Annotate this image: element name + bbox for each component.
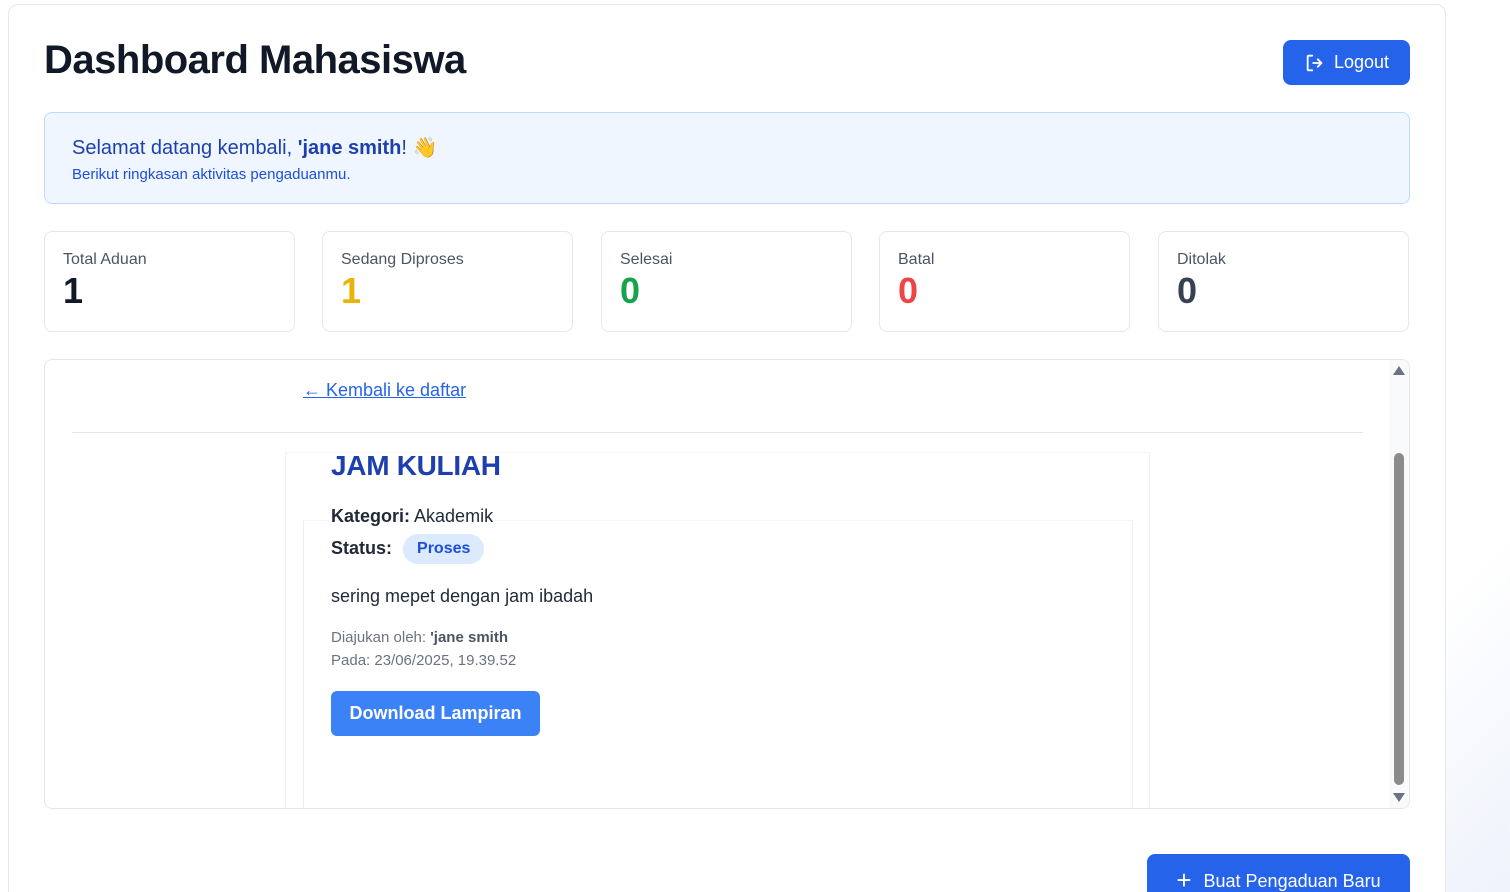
stat-value: 1 — [341, 270, 362, 311]
welcome-title: Selamat datang kembali, 'jane smith! 👋 — [72, 135, 1382, 160]
stat-value: 0 — [898, 270, 919, 311]
welcome-banner: Selamat datang kembali, 'jane smith! 👋 B… — [44, 112, 1410, 204]
status-label: Status: — [331, 537, 393, 558]
stat-label: Selesai — [620, 251, 673, 268]
welcome-subtitle: Berikut ringkasan aktivitas pengaduanmu. — [72, 166, 351, 183]
logout-icon — [1306, 54, 1323, 71]
complaint-description: sering mepet dengan jam ibadah — [331, 586, 594, 606]
new-complaint-label: Buat Pengaduan Baru — [1203, 871, 1381, 891]
category-line: Kategori: Akademik — [331, 506, 493, 527]
logout-button[interactable]: Logout — [1283, 40, 1410, 85]
stat-label: Sedang Diproses — [341, 251, 464, 268]
submitted-date: Pada: 23/06/2025, 19.39.52 — [331, 652, 517, 669]
complaint-detail-frame[interactable]: ← Kembali ke daftar JAM KULIAH Kategori:… — [44, 359, 1410, 809]
stat-card-cancelled: Batal 0 — [879, 231, 1130, 332]
stat-value: 0 — [1177, 270, 1198, 311]
stat-label: Batal — [898, 251, 935, 268]
stat-label: Ditolak — [1177, 251, 1226, 268]
stat-label: Total Aduan — [63, 251, 147, 268]
submitted-by-line: Diajukan oleh: 'jane smith — [331, 629, 508, 646]
stat-card-total: Total Aduan 1 — [44, 231, 295, 332]
scrollbar[interactable] — [1389, 360, 1409, 808]
stat-value: 1 — [63, 270, 84, 311]
submitted-by-name: 'jane smith — [430, 629, 508, 646]
status-badge: Proses — [403, 534, 485, 564]
scroll-thumb[interactable] — [1394, 453, 1404, 785]
page-title: Dashboard Mahasiswa — [44, 38, 466, 82]
scroll-down-arrow-icon[interactable] — [1393, 793, 1405, 802]
plus-icon: + — [1176, 865, 1192, 892]
download-attachment-button[interactable]: Download Lampiran — [331, 691, 540, 736]
stat-value: 0 — [620, 270, 641, 311]
greeting-prefix: Selamat datang kembali, — [72, 137, 298, 159]
divider — [72, 432, 1363, 433]
stat-card-processing: Sedang Diproses 1 — [322, 231, 573, 332]
back-to-list-link[interactable]: ← Kembali ke daftar — [303, 380, 466, 401]
category-label: Kategori: — [331, 506, 411, 526]
stat-card-done: Selesai 0 — [601, 231, 852, 332]
status-line: Status: Proses — [331, 534, 485, 564]
greeting-suffix: ! 👋 — [401, 137, 438, 159]
new-complaint-button[interactable]: + Buat Pengaduan Baru — [1147, 854, 1410, 892]
stat-card-rejected: Ditolak 0 — [1158, 231, 1409, 332]
submitted-by-label: Diajukan oleh: — [331, 629, 431, 646]
category-value: Akademik — [414, 506, 494, 526]
scroll-up-arrow-icon[interactable] — [1393, 366, 1405, 375]
logout-label: Logout — [1333, 52, 1390, 72]
welcome-user-name: 'jane smith — [297, 137, 402, 159]
complaint-title: JAM KULIAH — [331, 450, 501, 481]
